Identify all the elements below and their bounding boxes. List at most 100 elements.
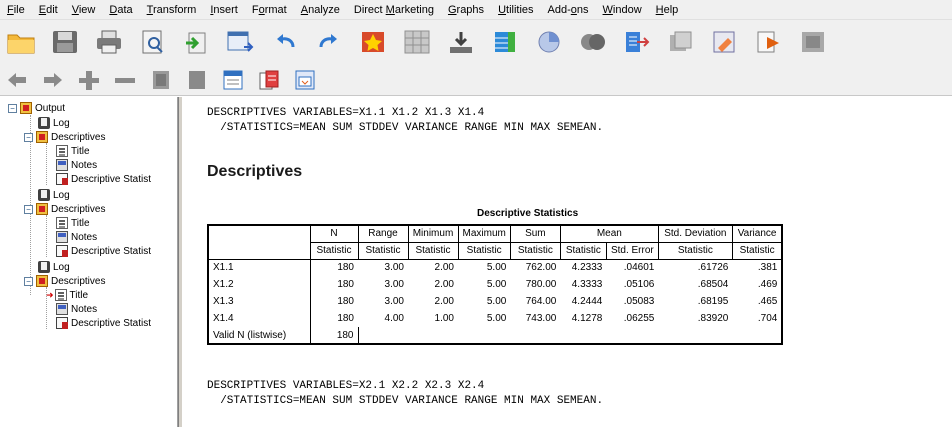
- undo-icon[interactable]: [268, 25, 302, 59]
- goto-data-icon[interactable]: [356, 25, 390, 59]
- table-cell: [560, 327, 607, 345]
- chart-builder-icon[interactable]: [532, 25, 566, 59]
- tree-node-notes[interactable]: Notes: [56, 158, 97, 172]
- menu-item[interactable]: Transform: [140, 0, 204, 20]
- save-icon[interactable]: [48, 25, 82, 59]
- insert-title-icon[interactable]: [256, 67, 282, 93]
- descriptives-icon: [36, 131, 48, 143]
- table-row: X1.4 180 4.00 1.00 5.00 743.00 4.1278 .06255 .83…: [207, 310, 783, 327]
- table-cell: 5.00: [486, 262, 507, 274]
- table-cell: [358, 327, 408, 345]
- menu-item[interactable]: View: [65, 0, 103, 20]
- table-cell: 762.00: [525, 262, 557, 274]
- table-cell: 4.00: [384, 313, 404, 324]
- use-sets-icon[interactable]: [752, 25, 786, 59]
- menu-item[interactable]: Insert: [203, 0, 245, 20]
- plus-icon[interactable]: [76, 67, 102, 93]
- recall-dialog-icon[interactable]: [224, 25, 258, 59]
- output-outline-pane[interactable]: − Output Log − Descriptives Title Notes …: [0, 97, 178, 427]
- descriptives-icon: [36, 275, 48, 287]
- print-icon[interactable]: [92, 25, 126, 59]
- redo-icon[interactable]: [312, 25, 346, 59]
- table-cell: [510, 327, 561, 345]
- tree-node-descriptive-statistics[interactable]: Descriptive Statist: [56, 244, 151, 258]
- tree-node-descriptive-statistics[interactable]: Descriptive Statist: [56, 172, 151, 186]
- tree-node-descriptives[interactable]: − Descriptives: [24, 202, 105, 216]
- table-cell: 764.00: [525, 296, 557, 307]
- column-header: Std. Deviation: [657, 224, 733, 243]
- split-file-icon[interactable]: [576, 25, 610, 59]
- column-header: N: [309, 224, 359, 243]
- table-row: Valid N (listwise) 180: [207, 327, 783, 345]
- row-label: X1.2: [207, 276, 311, 293]
- select-cases-icon[interactable]: [664, 25, 698, 59]
- value-labels-icon[interactable]: [708, 25, 742, 59]
- menu-item[interactable]: Direct Marketing: [347, 0, 441, 20]
- table-cell: [732, 327, 783, 345]
- minus-icon[interactable]: [112, 67, 138, 93]
- table-cell: [606, 327, 659, 345]
- menu-item[interactable]: Format: [245, 0, 294, 20]
- arrow-left-icon[interactable]: [4, 67, 30, 93]
- arrow-right-icon[interactable]: [40, 67, 66, 93]
- menu-item[interactable]: Help: [649, 0, 686, 20]
- collapse-icon[interactable]: −: [24, 276, 33, 286]
- output-content-pane[interactable]: DESCRIPTIVES VARIABLES=X1.1 X1.2 X1.3 X1…: [182, 97, 952, 427]
- tree-node-log[interactable]: Log: [38, 188, 70, 202]
- menu-item[interactable]: Window: [596, 0, 649, 20]
- tree-node-log[interactable]: Log: [38, 116, 70, 130]
- collapse-icon[interactable]: −: [24, 204, 33, 214]
- menu-item[interactable]: Data: [102, 0, 139, 20]
- syntax-line: /STATISTICS=MEAN SUM STDDEV VARIANCE RAN…: [207, 122, 604, 134]
- tree-node-descriptives[interactable]: − Descriptives: [24, 130, 105, 144]
- table-cell: 1.00: [434, 313, 454, 324]
- insert-variable-icon[interactable]: [444, 25, 478, 59]
- show-icon[interactable]: [148, 67, 174, 93]
- menu-item[interactable]: Utilities: [491, 0, 540, 20]
- tree-node-output[interactable]: − Output: [8, 101, 65, 115]
- tree-node-title[interactable]: Title: [56, 216, 90, 230]
- table-cell: 180: [310, 327, 359, 345]
- insert-heading-icon[interactable]: [220, 67, 246, 93]
- column-header: Mean: [559, 224, 659, 243]
- table-cell: 2.00: [434, 296, 454, 307]
- menu-item[interactable]: Analyze: [294, 0, 347, 20]
- row-label: Valid N (listwise): [207, 327, 311, 345]
- section-heading: Descriptives: [207, 163, 303, 180]
- table-cell: 5.00: [486, 279, 507, 290]
- goto-case-icon[interactable]: [400, 25, 434, 59]
- hide-icon[interactable]: [184, 67, 210, 93]
- print-preview-icon[interactable]: [136, 25, 170, 59]
- title-icon: [54, 289, 67, 301]
- menu-item[interactable]: Edit: [32, 0, 65, 20]
- collapse-icon[interactable]: −: [8, 103, 17, 113]
- table-cell: .465: [732, 293, 783, 310]
- tree-node-title[interactable]: Title: [56, 144, 90, 158]
- descriptive-statistics-table[interactable]: N Range Minimum Maximum Sum Mean Std. De…: [207, 224, 784, 345]
- descriptives-icon: [36, 203, 48, 215]
- weight-cases-icon[interactable]: [620, 25, 654, 59]
- variables-icon[interactable]: [488, 25, 522, 59]
- column-header: Maximum: [457, 224, 511, 243]
- insert-text-icon[interactable]: [292, 67, 318, 93]
- menu-item[interactable]: File: [0, 0, 32, 20]
- subheader: Statistic: [309, 241, 359, 260]
- export-icon[interactable]: [180, 25, 214, 59]
- show-all-variables-icon[interactable]: [796, 25, 830, 59]
- table-row: X1.2 180 3.00 2.00 5.00 780.00 4.3333 .05106 .68…: [207, 276, 783, 293]
- tree-node-notes[interactable]: Notes: [56, 230, 97, 244]
- tree-node-descriptive-statistics[interactable]: Descriptive Statist: [56, 316, 151, 330]
- collapse-icon[interactable]: −: [24, 132, 33, 142]
- tree-node-log[interactable]: Log: [38, 260, 70, 274]
- menu-item[interactable]: Add-ons: [541, 0, 596, 20]
- secondary-toolbar: [0, 64, 952, 96]
- tree-node-title-selected[interactable]: ➜ Title: [46, 288, 88, 302]
- subheader: Statistic: [407, 241, 459, 260]
- notes-icon: [56, 159, 68, 171]
- notes-icon: [56, 231, 68, 243]
- tree-node-notes[interactable]: Notes: [56, 302, 97, 316]
- open-folder-icon[interactable]: [4, 25, 38, 59]
- menu-item[interactable]: Graphs: [441, 0, 491, 20]
- table-cell: .61726: [697, 262, 729, 274]
- tree-node-descriptives[interactable]: − Descriptives: [24, 274, 105, 288]
